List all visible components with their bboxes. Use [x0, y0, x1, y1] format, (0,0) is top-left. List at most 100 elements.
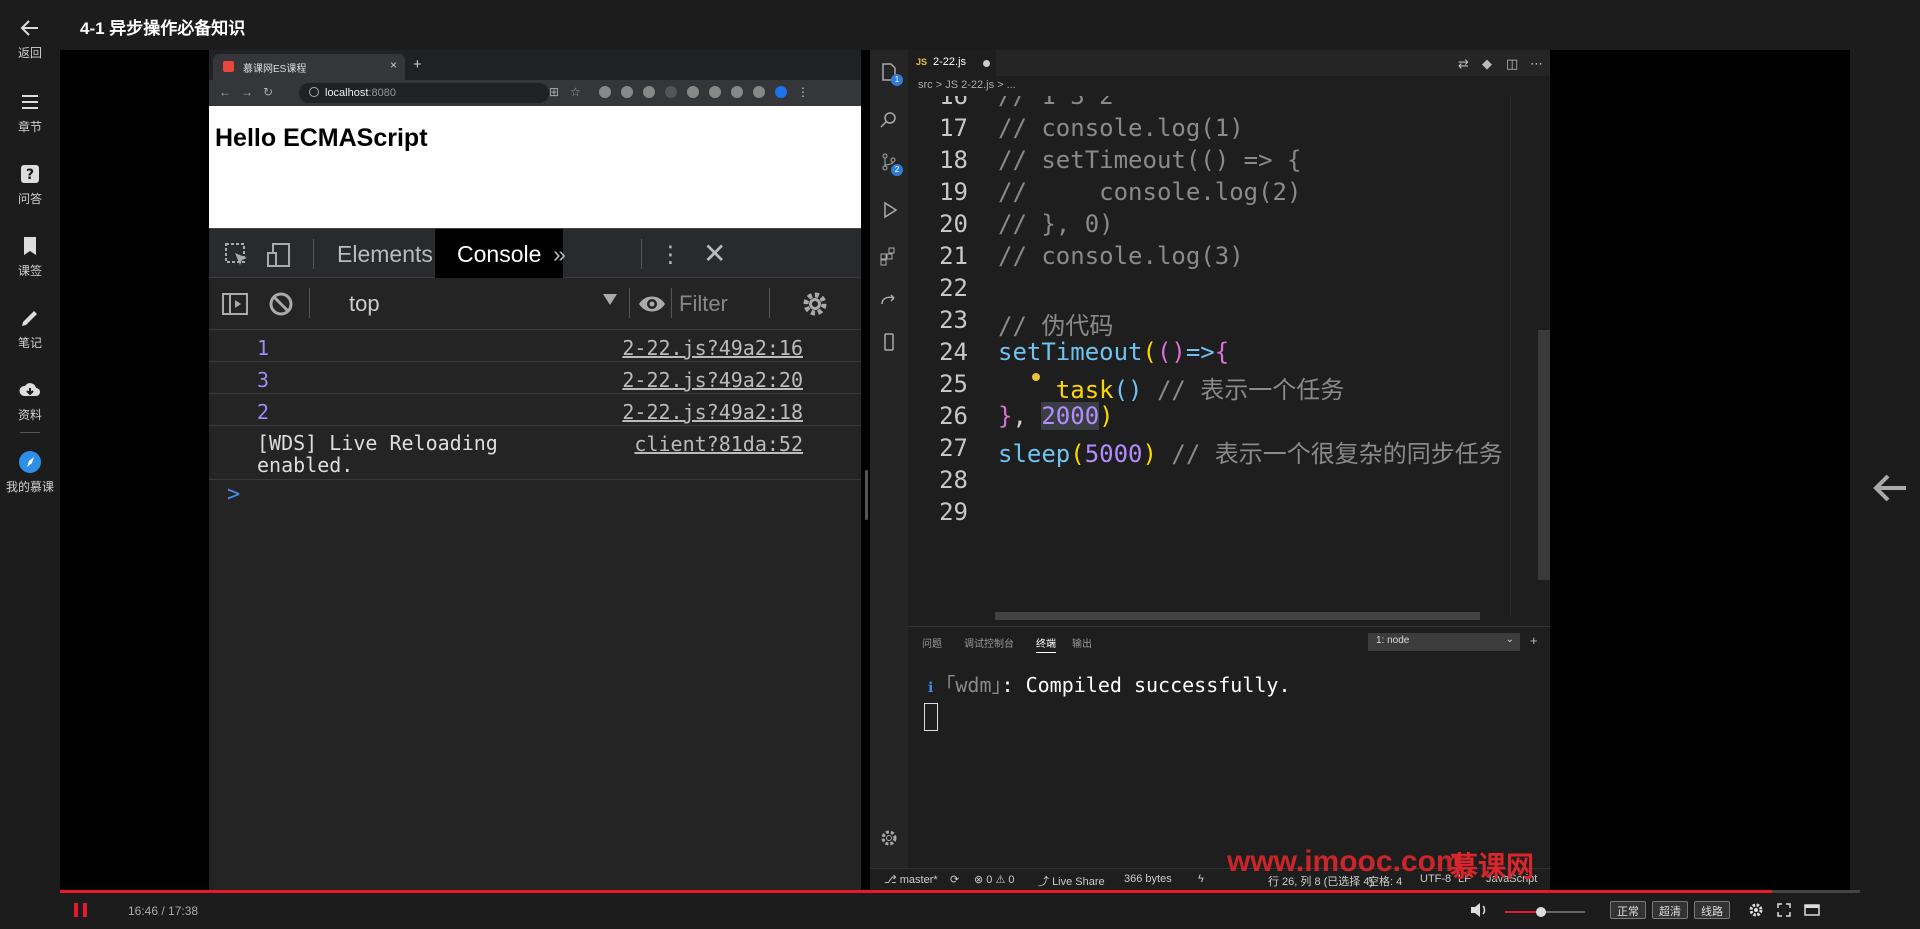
download-icon: [19, 383, 40, 396]
bolt-icon[interactable]: ϟ: [1198, 873, 1204, 885]
code-line: task() // 表示一个任务: [1055, 376, 1345, 404]
sidebar-toggle-icon[interactable]: [221, 290, 249, 318]
breadcrumb[interactable]: src > JS 2-22.js > ...: [908, 76, 1550, 96]
extension-icon[interactable]: [709, 86, 721, 98]
extension-icon[interactable]: [665, 86, 677, 98]
line-number: 27: [939, 434, 968, 462]
log-source-link[interactable]: 2-22.js?49a2:16: [622, 336, 803, 360]
gear-icon[interactable]: [1748, 902, 1764, 918]
log-source-link[interactable]: client?81da:52: [634, 432, 803, 456]
resize-handle[interactable]: [865, 470, 868, 520]
filter-input[interactable]: Filter: [679, 291, 728, 317]
sync-icon[interactable]: ⟳: [950, 873, 959, 886]
sidebar-item-label: 问答: [17, 192, 42, 206]
translate-icon[interactable]: ⊞: [549, 85, 559, 99]
gear-icon[interactable]: [879, 828, 899, 848]
live-share-status[interactable]: ⤴ Live Share: [1038, 873, 1105, 889]
sidebar-item-materials[interactable]: 资料: [0, 378, 60, 423]
video-frame[interactable]: 慕课网ES课程 × + ← → ↻ localhost:8080 ⊞ ☆ ⋮ H…: [60, 50, 1850, 890]
split-editor-icon[interactable]: ◫: [1506, 56, 1518, 72]
add-terminal-icon[interactable]: +: [1530, 633, 1538, 648]
problems-status[interactable]: ⊗ 0 ⚠ 0: [974, 873, 1014, 886]
chevron-down-icon[interactable]: [603, 294, 617, 305]
more-icon[interactable]: ⋯: [1530, 56, 1543, 72]
extension-icon[interactable]: [731, 86, 743, 98]
sidebar-item-label: 课签: [17, 264, 42, 278]
star-icon[interactable]: ☆: [570, 85, 581, 99]
route-button[interactable]: 线路: [1694, 901, 1730, 919]
extension-icon[interactable]: [599, 86, 611, 98]
sidebar-item-bookmarks[interactable]: 课签: [0, 234, 60, 279]
more-tabs-button[interactable]: »: [531, 229, 588, 279]
inspect-element-icon[interactable]: [223, 241, 251, 269]
tab-elements[interactable]: Elements: [315, 229, 455, 279]
code-editor[interactable]: 16 // 1 3 2 17 // console.log(1) 18 // s…: [908, 96, 1508, 616]
sidebar-item-qa[interactable]: ? 问答: [0, 162, 60, 207]
terminal-cursor[interactable]: [924, 703, 938, 731]
branch-status[interactable]: ⎇ master*: [884, 873, 938, 886]
run-debug-icon[interactable]: [879, 200, 899, 220]
clear-console-icon[interactable]: [267, 290, 295, 318]
extensions-icon[interactable]: [879, 246, 899, 266]
sidebar-item-notes[interactable]: 笔记: [0, 306, 60, 351]
editor-tab[interactable]: JS 2-22.js: [908, 50, 996, 76]
volume-knob[interactable]: [1536, 907, 1546, 917]
code-line: // console.log(1): [998, 114, 1244, 142]
git-icon[interactable]: ◆: [1482, 56, 1492, 72]
reload-icon[interactable]: ↻: [263, 85, 273, 99]
tab-debug-console[interactable]: 调试控制台: [964, 635, 1014, 650]
volume-icon[interactable]: [1470, 902, 1488, 918]
sidebar-item-chapters[interactable]: 章节: [0, 90, 60, 135]
search-icon[interactable]: [879, 110, 899, 130]
tab-terminal[interactable]: 终端: [1036, 635, 1056, 653]
sidebar-item-back[interactable]: 返回: [0, 16, 60, 61]
extension-icon[interactable]: [643, 86, 655, 98]
widescreen-icon[interactable]: [1804, 902, 1820, 918]
kebab-menu-icon[interactable]: ⋮: [651, 229, 690, 279]
log-message: 1: [257, 336, 270, 360]
log-message: 3: [257, 368, 270, 392]
pause-icon[interactable]: [74, 903, 87, 917]
gear-icon[interactable]: [801, 290, 829, 318]
log-source-link[interactable]: 2-22.js?49a2:20: [622, 368, 803, 392]
url-field[interactable]: localhost:8080: [299, 83, 549, 103]
context-selector[interactable]: top: [349, 291, 380, 317]
close-icon[interactable]: ×: [390, 58, 397, 72]
extension-icon[interactable]: [687, 86, 699, 98]
back-icon[interactable]: ←: [219, 85, 231, 99]
device-toolbar-icon[interactable]: [265, 241, 293, 269]
browser-tab[interactable]: 慕课网ES课程 ×: [213, 54, 405, 80]
new-tab-button[interactable]: +: [413, 56, 422, 73]
console-prompt[interactable]: >: [227, 482, 240, 507]
volume-slider[interactable]: [1505, 907, 1585, 917]
quality-hd-button[interactable]: 超清: [1652, 901, 1688, 919]
browser-tab-title: 慕课网ES课程: [243, 64, 307, 75]
video-course-player: 返回 章节 ? 问答 课签 笔记 资料 我的慕课 4-1 异步操作必备知识 慕课…: [0, 0, 1920, 929]
lightbulb-icon[interactable]: [1032, 373, 1040, 381]
compare-icon[interactable]: ⇄: [1458, 56, 1469, 72]
vertical-scrollbar[interactable]: [1538, 330, 1550, 580]
horizontal-scrollbar[interactable]: [995, 612, 1480, 620]
sidebar-item-label: 笔记: [17, 336, 42, 350]
log-source-link[interactable]: 2-22.js?49a2:18: [622, 400, 803, 424]
profile-avatar[interactable]: [775, 86, 787, 98]
unsaved-dot-icon[interactable]: [983, 60, 990, 67]
close-icon[interactable]: ✕: [695, 229, 734, 279]
eye-icon[interactable]: [637, 290, 667, 318]
extension-icon[interactable]: [753, 86, 765, 98]
quality-normal-button[interactable]: 正常: [1610, 901, 1646, 919]
extension-icon[interactable]: [621, 86, 633, 98]
kebab-menu-icon[interactable]: ⋮: [797, 85, 809, 99]
tab-problems[interactable]: 问题: [922, 635, 942, 650]
forward-icon[interactable]: →: [241, 85, 253, 99]
live-share-icon[interactable]: [879, 290, 899, 310]
fullscreen-icon[interactable]: [1776, 902, 1792, 918]
collapse-arrow-icon[interactable]: [1870, 470, 1910, 506]
line-number: 22: [939, 274, 968, 302]
code-line: // 1 3 2: [998, 96, 1114, 110]
terminal-select[interactable]: 1: node ⌄: [1368, 633, 1520, 651]
sidebar-item-my-imooc[interactable]: 我的慕课: [0, 450, 60, 495]
device-icon[interactable]: [879, 332, 899, 352]
code-line: // }, 0): [998, 210, 1114, 238]
tab-output[interactable]: 输出: [1072, 635, 1092, 650]
